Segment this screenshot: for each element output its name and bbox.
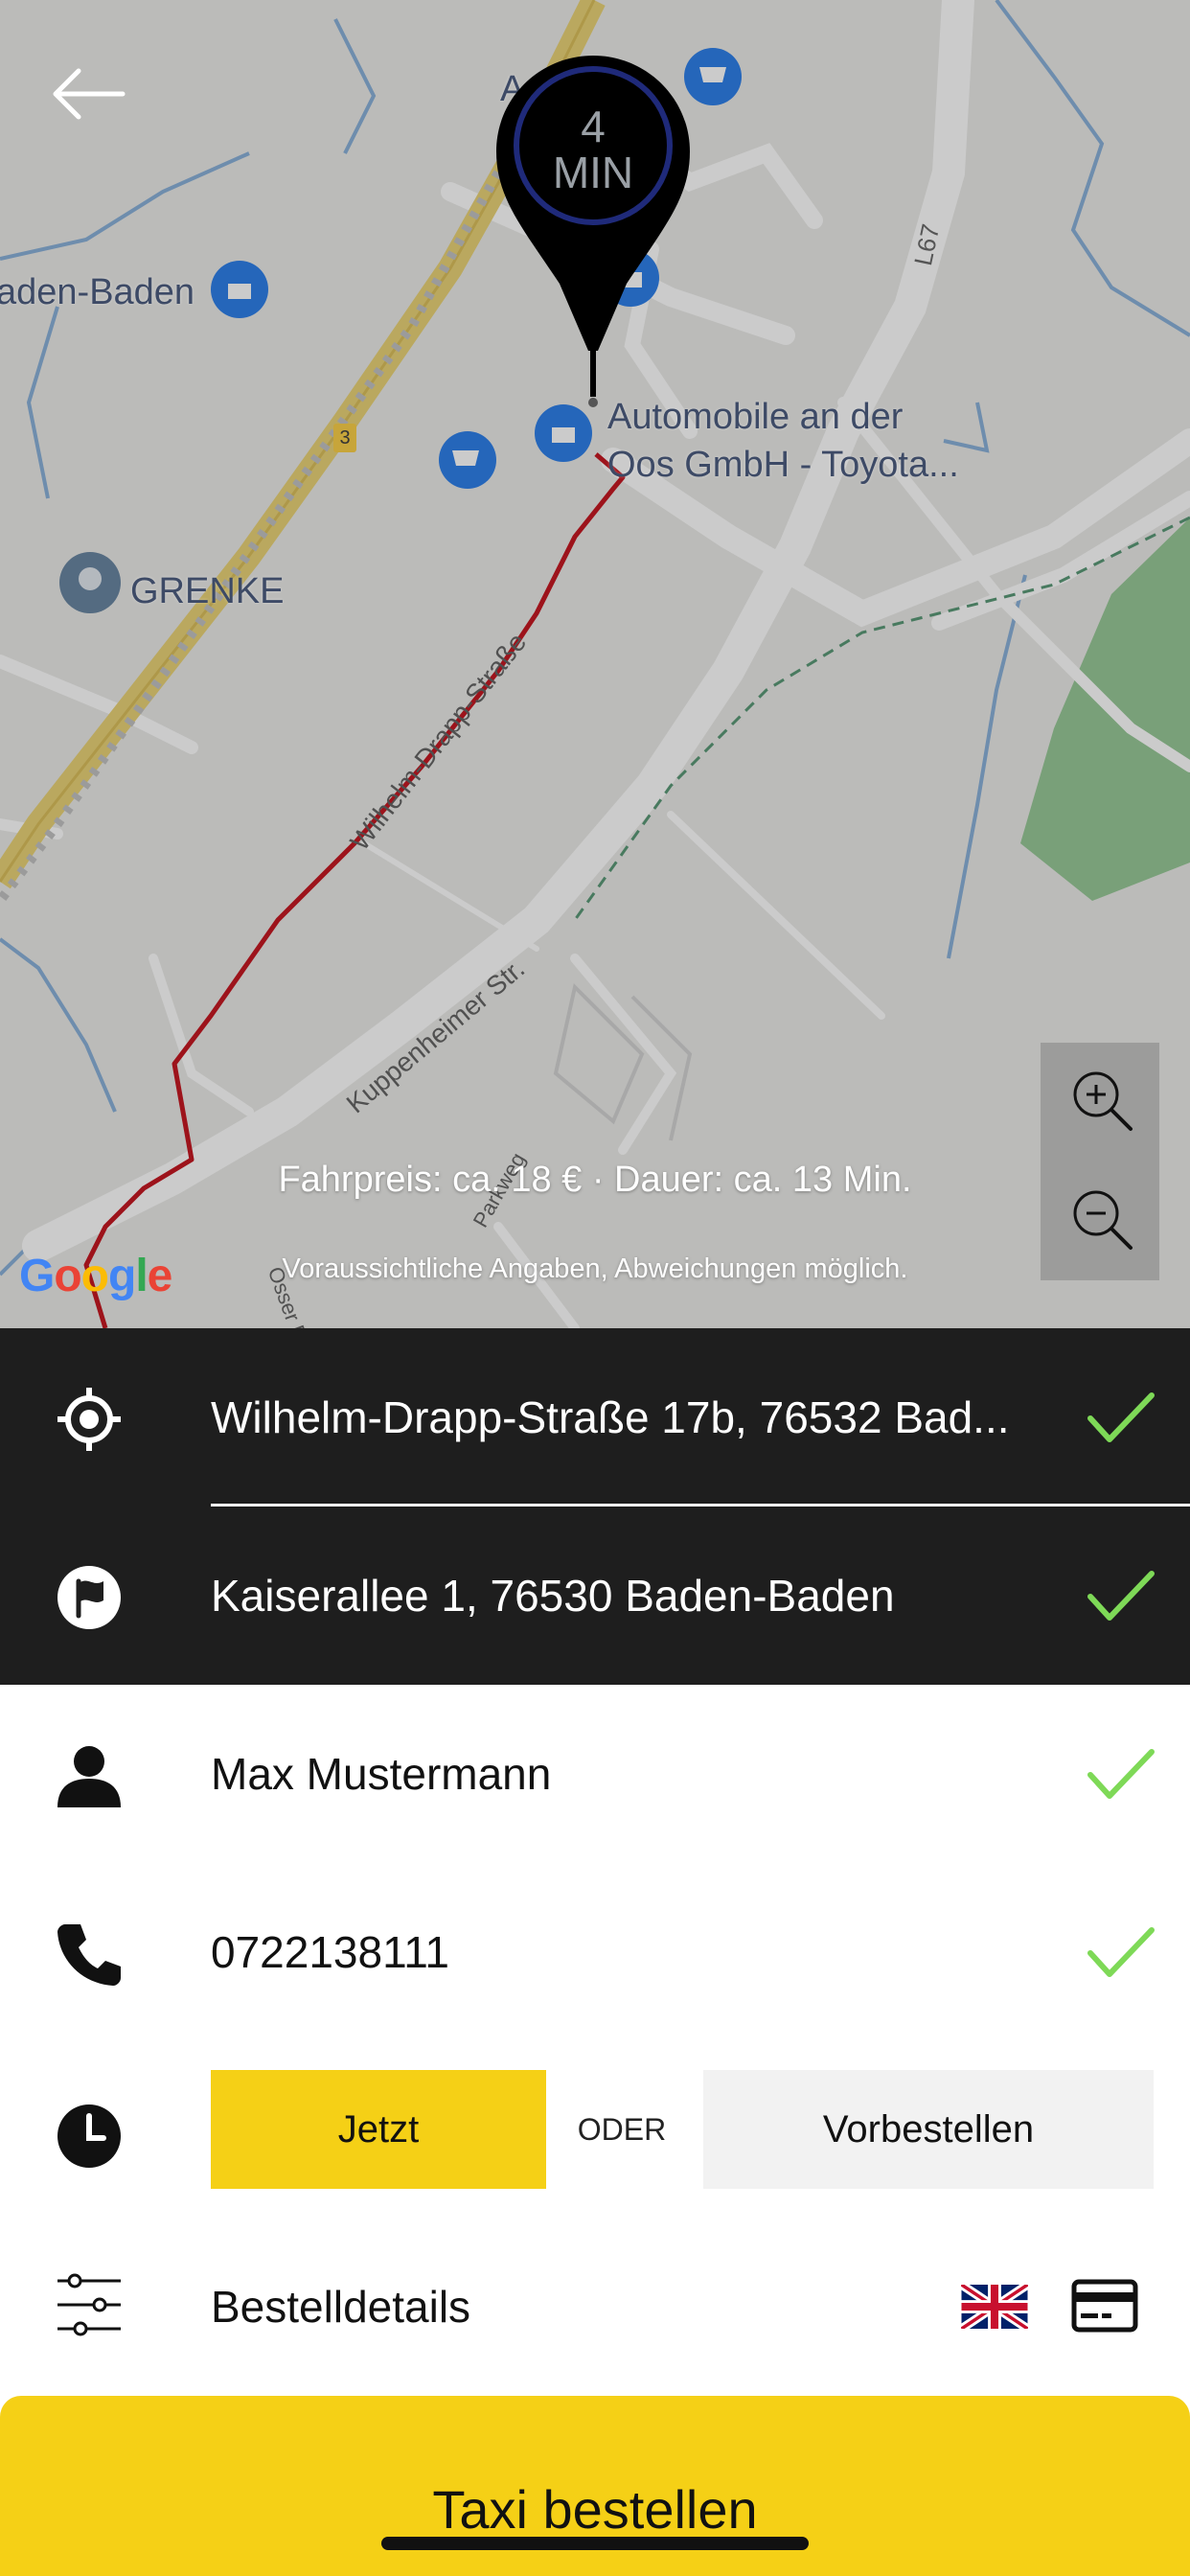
phone-row[interactable]: 0722138111 bbox=[0, 1863, 1190, 2041]
arrow-left-icon bbox=[53, 68, 126, 120]
zoom-in-icon bbox=[1073, 1071, 1133, 1131]
fare-disclaimer: Voraussichtliche Angaben, Abweichungen m… bbox=[282, 1254, 908, 1284]
check-icon bbox=[1087, 1571, 1155, 1621]
target-location-icon bbox=[57, 1388, 121, 1451]
person-icon bbox=[57, 1746, 121, 1807]
pickup-address[interactable]: Wilhelm-Drapp-Straße 17b, 76532 Bad... bbox=[211, 1328, 1010, 1506]
fare-estimate: Fahrpreis: ca. 18 € · Dauer: ca. 13 Min. bbox=[278, 1160, 912, 1200]
map-label-place: aden-Baden bbox=[0, 272, 195, 312]
clock-icon bbox=[57, 2104, 121, 2168]
map-label-place: Oos GmbH - Toyota... bbox=[607, 445, 959, 485]
phone-field[interactable]: 0722138111 bbox=[211, 1863, 449, 2041]
check-icon bbox=[1087, 1392, 1155, 1442]
name-field[interactable]: Max Mustermann bbox=[211, 1685, 551, 1863]
eta-number: 4 bbox=[581, 102, 606, 151]
preorder-button[interactable]: Vorbestellen bbox=[703, 2070, 1154, 2189]
map-label-place: GRENKE bbox=[130, 571, 285, 611]
pickup-row[interactable]: Wilhelm-Drapp-Straße 17b, 76532 Bad... bbox=[0, 1328, 1190, 1506]
eta-unit: MIN bbox=[552, 148, 634, 197]
eta-text: 4 MIN bbox=[492, 104, 694, 196]
now-button[interactable]: Jetzt bbox=[211, 2070, 546, 2189]
eta-pin: 4 MIN bbox=[492, 54, 694, 408]
address-panel: Wilhelm-Drapp-Straße 17b, 76532 Bad... K… bbox=[0, 1328, 1190, 1685]
uk-flag-icon[interactable] bbox=[961, 2285, 1028, 2329]
flag-icon bbox=[57, 1566, 121, 1629]
credit-card-icon[interactable] bbox=[1071, 2279, 1138, 2333]
back-button[interactable] bbox=[50, 56, 136, 132]
sliders-icon bbox=[57, 2273, 121, 2336]
zoom-in-button[interactable] bbox=[1041, 1043, 1159, 1162]
check-icon bbox=[1087, 1927, 1155, 1977]
check-icon bbox=[1087, 1749, 1155, 1799]
phone-icon bbox=[57, 1924, 121, 1986]
google-logo: Google bbox=[19, 1251, 172, 1301]
destination-row[interactable]: Kaiserallee 1, 76530 Baden-Baden bbox=[0, 1506, 1190, 1685]
destination-address[interactable]: Kaiserallee 1, 76530 Baden-Baden bbox=[211, 1506, 895, 1685]
route-number-badge: 3 bbox=[333, 424, 356, 452]
map-view[interactable]: aden-Baden GRENKE Automobile an der Oos … bbox=[0, 0, 1190, 1328]
home-indicator bbox=[381, 2537, 809, 2550]
order-details-label: Bestelldetails bbox=[211, 2282, 471, 2332]
or-label: ODER bbox=[577, 2112, 667, 2147]
name-row[interactable]: Max Mustermann bbox=[0, 1685, 1190, 1863]
